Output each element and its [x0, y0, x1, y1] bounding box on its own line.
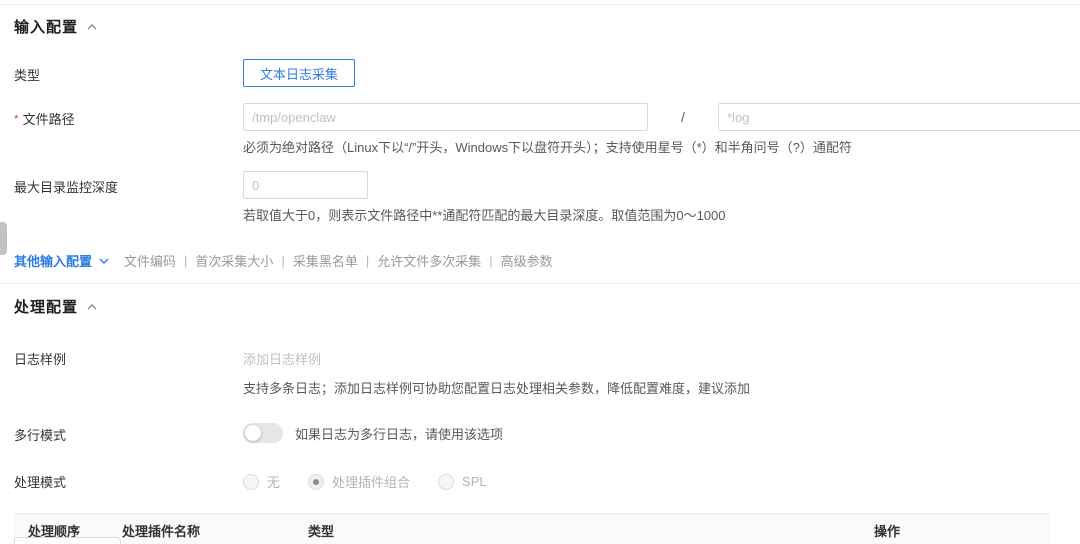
radio-circle-icon — [438, 474, 454, 490]
radio-circle-icon — [308, 474, 324, 490]
file-path-label: *文件路径 — [14, 103, 243, 157]
log-sample-label: 日志样例 — [14, 343, 243, 398]
path-separator: / — [648, 109, 718, 125]
multiline-mode-row: 多行模式 如果日志为多行日志，请使用该选项 — [0, 423, 1080, 444]
multiline-toggle-hint: 如果日志为多行日志，请使用该选项 — [295, 424, 503, 443]
input-config-title: 输入配置 — [14, 16, 78, 37]
max-depth-row: 最大目录监控深度 若取值大于0，则表示文件路径中**通配符匹配的最大目录深度。取… — [0, 171, 1080, 225]
log-collection-config-page: 输入配置 类型 文本日志采集 *文件路径 / 必须为绝对路径（Linux下以“/… — [0, 0, 1080, 544]
radio-spl[interactable]: SPL — [438, 474, 487, 490]
max-depth-help: 若取值大于0，则表示文件路径中**通配符匹配的最大目录深度。取值范围为0～100… — [243, 207, 1080, 225]
other-input-config-links: 文件编码 | 首次采集大小 | 采集黑名单 | 允许文件多次采集 | 高级参数 — [124, 251, 553, 270]
chevron-up-icon[interactable] — [86, 301, 98, 313]
left-edge-handle[interactable] — [0, 222, 7, 255]
type-row: 类型 文本日志采集 — [0, 59, 1080, 87]
other-input-config-toggle[interactable]: 其他输入配置 — [14, 251, 110, 270]
file-path-help: 必须为绝对路径（Linux下以“/”开头，Windows下以盘符开头）；支持使用… — [243, 139, 1080, 157]
process-config-title: 处理配置 — [14, 296, 78, 317]
link-advanced-params[interactable]: 高级参数 — [501, 251, 553, 270]
link-first-collect-size[interactable]: 首次采集大小 — [195, 251, 273, 270]
max-depth-input[interactable] — [243, 171, 368, 199]
process-mode-row: 处理模式 无 处理插件组合 SPL — [0, 470, 1080, 491]
file-path-row: *文件路径 / 必须为绝对路径（Linux下以“/”开头，Windows下以盘符… — [0, 103, 1080, 157]
plugin-table-header: 处理顺序 处理插件名称 类型 操作 — [14, 513, 1050, 544]
log-sample-help: 支持多条日志；添加日志样例可协助您配置日志处理相关参数，降低配置难度，建议添加 — [243, 380, 1080, 398]
process-mode-label: 处理模式 — [14, 470, 243, 491]
plugin-table: 处理顺序 处理插件名称 类型 操作 1 JSON解析 原生处理插件 添加 删除 … — [14, 513, 1050, 544]
other-input-config-row: 其他输入配置 文件编码 | 首次采集大小 | 采集黑名单 | 允许文件多次采集 … — [0, 251, 1080, 270]
type-label: 类型 — [14, 59, 243, 87]
header-type: 类型 — [308, 521, 874, 540]
toggle-knob — [245, 425, 261, 441]
link-collect-blacklist[interactable]: 采集黑名单 — [293, 251, 358, 270]
process-config-section-header[interactable]: 处理配置 — [0, 296, 1080, 317]
max-depth-label: 最大目录监控深度 — [14, 171, 243, 225]
input-config-section-header[interactable]: 输入配置 — [0, 16, 1080, 37]
add-plugin-button-partial[interactable] — [14, 537, 121, 544]
radio-plugin-combo[interactable]: 处理插件组合 — [308, 472, 410, 491]
radio-none[interactable]: 无 — [243, 472, 280, 491]
section-divider — [0, 283, 1080, 284]
log-sample-input[interactable]: 添加日志样例 — [243, 343, 1080, 368]
radio-circle-icon — [243, 474, 259, 490]
multiline-toggle-switch[interactable] — [243, 423, 283, 443]
required-asterisk: * — [14, 112, 19, 126]
header-actions: 操作 — [874, 521, 1050, 540]
link-allow-multi-collect[interactable]: 允许文件多次采集 — [377, 251, 481, 270]
file-pattern-input[interactable] — [718, 103, 1080, 131]
top-divider — [0, 4, 1080, 5]
log-sample-row: 日志样例 添加日志样例 支持多条日志；添加日志样例可协助您配置日志处理相关参数，… — [0, 343, 1080, 398]
chevron-up-icon[interactable] — [86, 21, 98, 33]
multiline-mode-label: 多行模式 — [14, 423, 243, 444]
link-file-encoding[interactable]: 文件编码 — [124, 251, 176, 270]
chevron-down-icon — [98, 255, 110, 267]
text-log-collect-button[interactable]: 文本日志采集 — [243, 59, 355, 87]
directory-path-input[interactable] — [243, 103, 648, 131]
header-plugin-name: 处理插件名称 — [122, 521, 308, 540]
